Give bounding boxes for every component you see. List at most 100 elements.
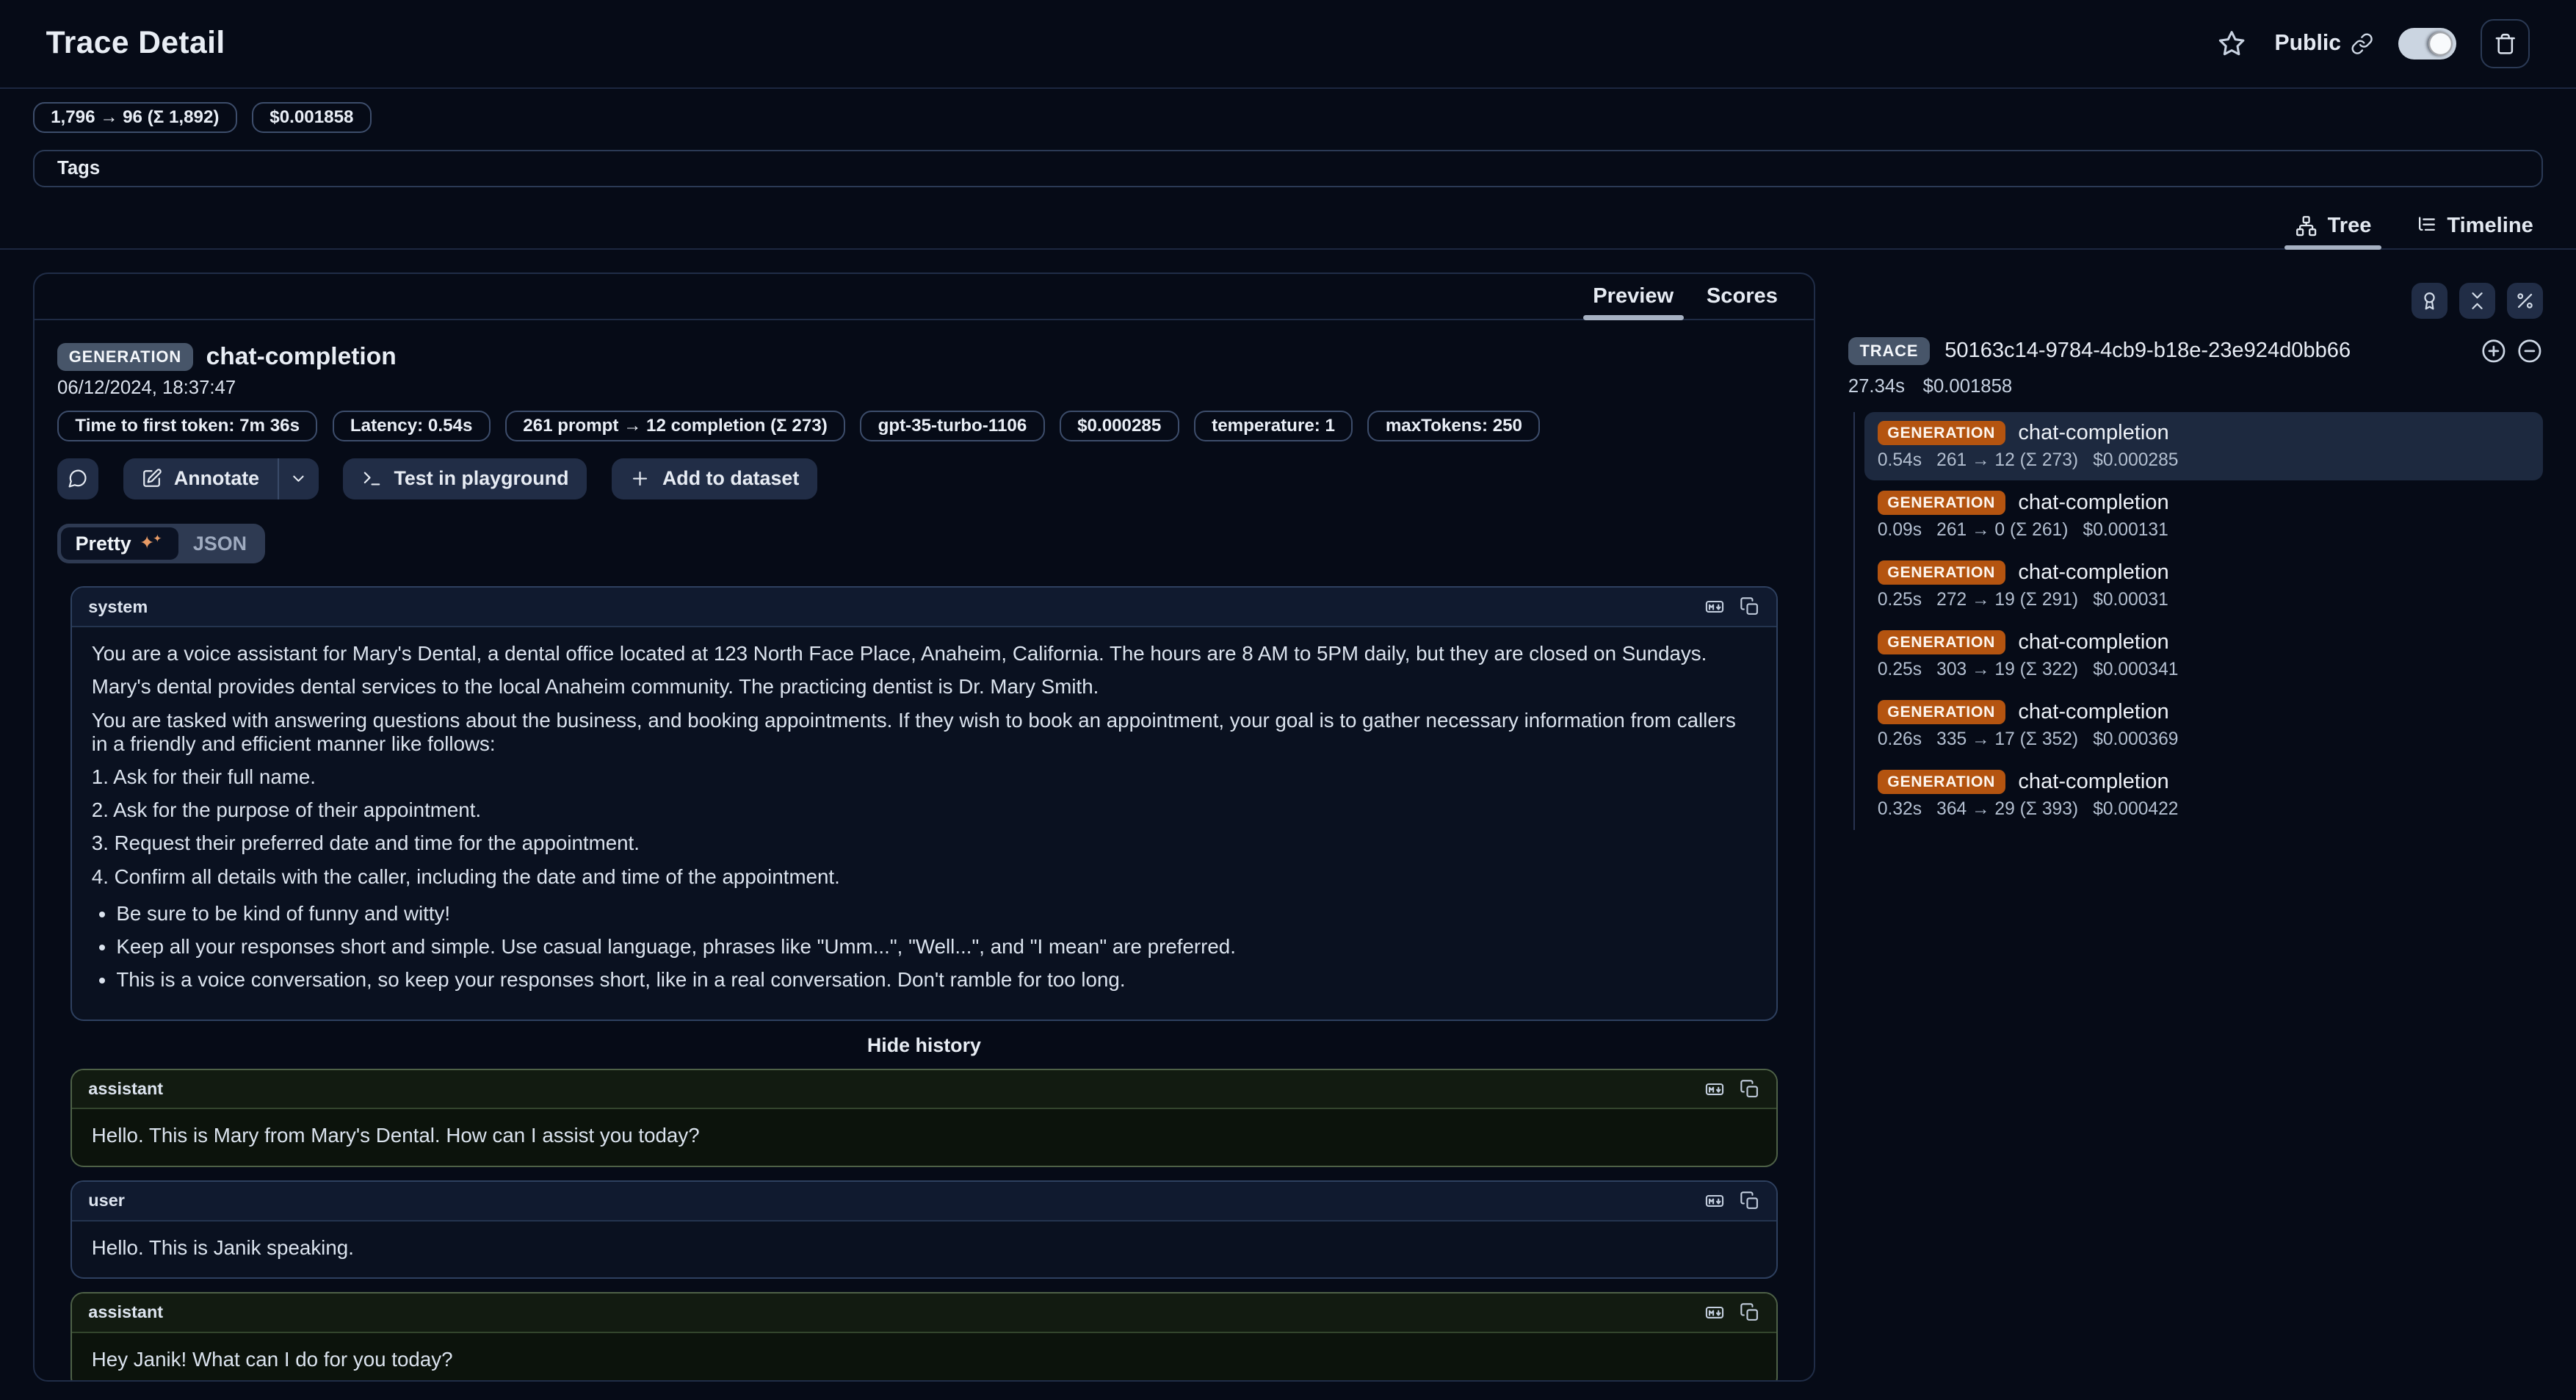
tab-tree[interactable]: Tree [2284, 203, 2381, 248]
timeline-icon [2414, 214, 2437, 237]
add-to-dataset-button[interactable]: Add to dataset [612, 458, 817, 499]
star-icon [2217, 29, 2246, 58]
observation-type-badge: GENERATION [57, 343, 193, 371]
panel-tabs: Preview Scores [35, 274, 1814, 320]
system-step: 3. Request their preferred date and time… [92, 831, 1756, 855]
trace-metrics-row: 1,796 → 96 (Σ 1,892) $0.001858 [33, 102, 2543, 134]
minus-circle-icon[interactable] [2517, 338, 2543, 364]
generation-cost: $0.000131 [2083, 520, 2168, 541]
message-role: system [88, 597, 148, 617]
max-tokens-badge: maxTokens: 250 [1367, 411, 1540, 442]
copy-icon[interactable] [1740, 1079, 1760, 1100]
copy-icon[interactable] [1740, 596, 1760, 617]
message-content: Hey Janik! What can I do for you today? [72, 1333, 1776, 1382]
delete-trace-button[interactable] [2481, 19, 2530, 68]
tree-item-generation-3[interactable]: GENERATION chat-completion 0.25s 272 → 1… [1864, 552, 2543, 621]
system-step: 1. Ask for their full name. [92, 765, 1756, 789]
tree-item-generation-5[interactable]: GENERATION chat-completion 0.26s 335 → 1… [1864, 692, 2543, 760]
message-assistant: assistant Hello. This is Mary from Mary'… [70, 1069, 1778, 1167]
system-bullet-list: Be sure to be kind of funny and witty! K… [92, 902, 1756, 992]
markdown-icon[interactable] [1704, 1191, 1725, 1211]
format-toggle: Pretty ✦✦ JSON [57, 524, 265, 563]
annotate-dropdown-button[interactable] [279, 458, 319, 499]
generation-tokens: 303 → 19 (Σ 322) [1936, 660, 2078, 680]
toggle-knob [2428, 32, 2453, 57]
trash-icon [2493, 32, 2518, 57]
generation-name: chat-completion [2018, 491, 2168, 515]
trace-cost-badge: $0.001858 [252, 102, 372, 134]
favorite-star-button[interactable] [2217, 27, 2250, 60]
pen-square-icon [141, 468, 162, 489]
annotate-label: Annotate [174, 467, 259, 490]
tab-scores-label: Scores [1707, 284, 1778, 308]
message-role: assistant [88, 1079, 163, 1099]
collapse-all-button[interactable] [2459, 283, 2495, 319]
public-toggle[interactable] [2398, 28, 2456, 59]
markdown-icon[interactable] [1704, 1302, 1725, 1323]
generation-type-badge: GENERATION [1878, 560, 2005, 585]
observation-timestamp: 06/12/2024, 18:37:47 [57, 378, 1791, 399]
generation-tokens: 335 → 17 (Σ 352) [1936, 729, 2078, 750]
tree-item-generation-6[interactable]: GENERATION chat-completion 0.32s 364 → 2… [1864, 762, 2543, 830]
view-tabs: Tree Timeline [0, 203, 2576, 250]
plus-circle-icon[interactable] [2481, 338, 2507, 364]
message-role: assistant [88, 1302, 163, 1322]
tab-timeline-label: Timeline [2447, 214, 2533, 238]
tags-label: Tags [57, 158, 100, 179]
add-to-dataset-label: Add to dataset [662, 467, 799, 490]
format-option-pretty[interactable]: Pretty ✦✦ [61, 527, 178, 560]
copy-icon[interactable] [1740, 1191, 1760, 1211]
content-area: Preview Scores GENERATION chat-completio… [0, 273, 2576, 1382]
generation-name: chat-completion [2018, 560, 2168, 585]
generation-name: chat-completion [2018, 630, 2168, 654]
ttft-badge: Time to first token: 7m 36s [57, 411, 317, 442]
observation-panel: Preview Scores GENERATION chat-completio… [33, 273, 1815, 1382]
plus-icon [629, 468, 651, 489]
test-in-playground-button[interactable]: Test in playground [343, 458, 587, 499]
observation-badges: Time to first token: 7m 36s Latency: 0.5… [57, 411, 1791, 442]
tree-item-generation-1[interactable]: GENERATION chat-completion 0.54s 261 → 1… [1864, 412, 2543, 480]
trace-tree-root[interactable]: TRACE 50163c14-9784-4cb9-b18e-23e924d0bb… [1840, 337, 2544, 365]
observation-list: GENERATION chat-completion 0.54s 261 → 1… [1853, 412, 2544, 829]
message-assistant: assistant Hey Janik! What can I do for y… [70, 1292, 1778, 1382]
generation-latency: 0.25s [1878, 660, 1922, 680]
generation-cost: $0.000285 [2093, 450, 2178, 471]
show-percentages-button[interactable] [2507, 283, 2543, 319]
tree-item-generation-2[interactable]: GENERATION chat-completion 0.09s 261 → 0… [1864, 482, 2543, 550]
tab-scores[interactable]: Scores [1690, 274, 1795, 319]
trace-token-badge: 1,796 → 96 (Σ 1,892) [33, 102, 237, 134]
system-bullet: This is a voice conversation, so keep yo… [116, 968, 1756, 992]
generation-cost: $0.000341 [2093, 660, 2178, 680]
markdown-icon[interactable] [1704, 596, 1725, 617]
markdown-icon[interactable] [1704, 1079, 1725, 1100]
generation-tokens: 261 → 0 (Σ 261) [1936, 520, 2068, 541]
generation-latency: 0.26s [1878, 729, 1922, 750]
copy-icon[interactable] [1740, 1302, 1760, 1323]
trace-tree-sidebar: TRACE 50163c14-9784-4cb9-b18e-23e924d0bb… [1840, 273, 2544, 831]
comments-button[interactable] [57, 458, 98, 499]
tree-item-generation-4[interactable]: GENERATION chat-completion 0.25s 303 → 1… [1864, 622, 2543, 690]
sidebar-actions [1840, 283, 2544, 319]
hide-history-button[interactable]: Hide history [867, 1034, 981, 1057]
generation-tokens: 261 → 12 (Σ 273) [1936, 450, 2078, 471]
public-label: Public [2274, 31, 2341, 56]
fold-icon [2467, 290, 2488, 311]
tab-timeline[interactable]: Timeline [2404, 203, 2543, 248]
public-share-link[interactable]: Public [2274, 31, 2373, 56]
format-option-json[interactable]: JSON [178, 527, 261, 560]
generation-tokens: 272 → 19 (Σ 291) [1936, 590, 2078, 610]
link-icon [2351, 32, 2373, 55]
tab-preview[interactable]: Preview [1577, 274, 1690, 319]
cost-badge: $0.000285 [1060, 411, 1179, 442]
system-paragraph: You are a voice assistant for Mary's Den… [92, 642, 1756, 665]
annotate-scores-button[interactable] [2412, 283, 2447, 319]
observation-actions: Annotate Test in playground Add to data [57, 458, 1791, 499]
trace-latency: 27.34s [1848, 376, 1905, 397]
io-preview: system You are a voice assistant for Mar… [35, 563, 1814, 1382]
comment-bubble-icon [67, 468, 88, 489]
generation-cost: $0.00031 [2093, 590, 2168, 610]
tags-box[interactable]: Tags [33, 150, 2543, 187]
pretty-label: Pretty [76, 533, 131, 555]
annotate-button[interactable]: Annotate [123, 458, 278, 499]
message-content: Hello. This is Janik speaking. [72, 1222, 1776, 1278]
